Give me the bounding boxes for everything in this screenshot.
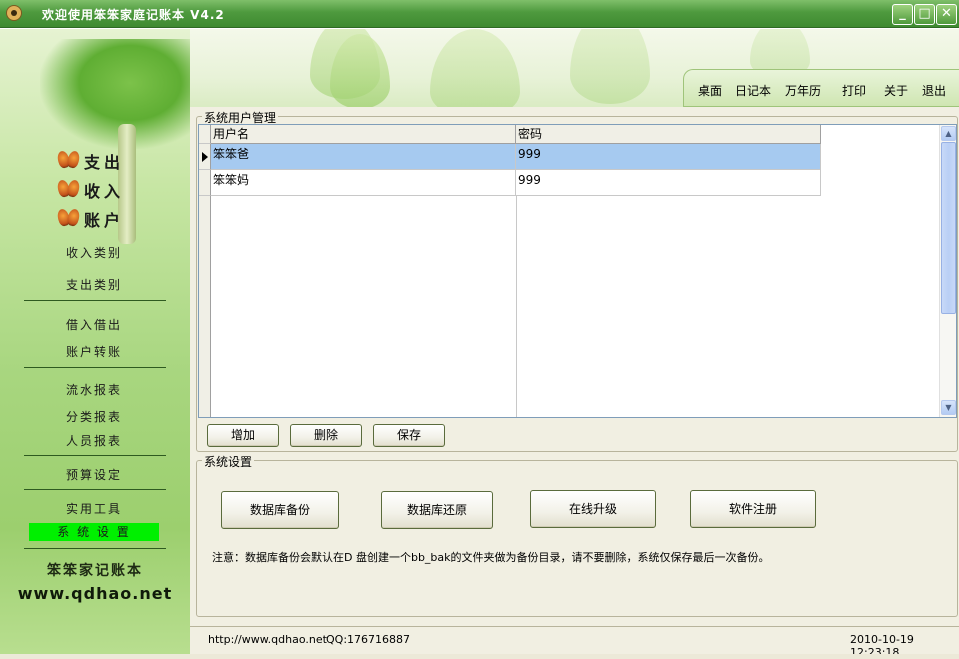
row-header[interactable] bbox=[199, 144, 211, 170]
window-title: 欢迎使用笨笨家庭记账本 V4.2 bbox=[42, 8, 225, 22]
system-settings-group: 系统设置 bbox=[196, 453, 958, 617]
window-bottom-border bbox=[0, 654, 959, 659]
table-cell-username[interactable]: 笨笨爸 bbox=[211, 144, 516, 170]
nav-income-label: 收入 bbox=[84, 182, 125, 201]
column-header-password[interactable]: 密码 bbox=[516, 125, 821, 144]
system-settings-title: 系统设置 bbox=[202, 453, 255, 470]
column-gridline bbox=[516, 196, 517, 417]
nav-account-label: 账户 bbox=[84, 211, 125, 230]
save-button[interactable]: 保存 bbox=[373, 424, 445, 447]
title-bar: 欢迎使用笨笨家庭记账本 V4.2 _ □ ✕ bbox=[0, 0, 959, 28]
app-icon bbox=[6, 5, 22, 21]
scroll-up-icon[interactable]: ▲ bbox=[941, 126, 956, 141]
status-qq: QQ:176716887 bbox=[326, 633, 411, 646]
column-header-username[interactable]: 用户名 bbox=[211, 125, 516, 144]
sidebar-item-tools[interactable]: 实用工具 bbox=[29, 500, 159, 518]
leaf-decoration bbox=[570, 29, 650, 104]
sidebar-item-borrow-lend[interactable]: 借入借出 bbox=[29, 316, 159, 334]
backup-note: 注意：数据库备份会默认在D 盘创建一个bb_bak的文件夹做为备份目录，请不要删… bbox=[212, 551, 770, 564]
grid-corner bbox=[199, 125, 211, 144]
brand-url: www.qdhao.net bbox=[17, 584, 173, 603]
palm-tree-decoration bbox=[40, 39, 190, 149]
nav-income[interactable]: 收入 bbox=[58, 178, 158, 202]
close-button[interactable]: ✕ bbox=[936, 4, 957, 25]
table-cell-password[interactable]: 999 bbox=[516, 144, 821, 170]
menu-about[interactable]: 关于 bbox=[884, 82, 908, 99]
sidebar-item-system-settings[interactable]: 系 统 设 置 bbox=[29, 523, 159, 541]
menu-exit[interactable]: 退出 bbox=[922, 82, 946, 99]
sidebar-item-expense-category[interactable]: 支出类别 bbox=[29, 276, 159, 294]
status-bar: http://www.qdhao.net QQ:176716887 2010-1… bbox=[190, 626, 959, 659]
sidebar-divider bbox=[24, 548, 166, 549]
menu-desktop[interactable]: 桌面 bbox=[698, 82, 722, 99]
menu-calendar[interactable]: 万年历 bbox=[785, 82, 821, 99]
sidebar-divider bbox=[24, 455, 166, 456]
sidebar-item-income-category[interactable]: 收入类别 bbox=[29, 244, 159, 262]
sidebar-divider bbox=[24, 489, 166, 490]
user-grid[interactable]: 用户名 密码 笨笨爸 999 笨笨妈 999 ▲ ▼ bbox=[198, 124, 957, 418]
sidebar-item-budget[interactable]: 预算设定 bbox=[29, 466, 159, 484]
database-backup-button[interactable]: 数据库备份 bbox=[221, 491, 339, 529]
sidebar-item-account-transfer[interactable]: 账户转账 bbox=[29, 343, 159, 361]
nav-account[interactable]: 账户 bbox=[58, 207, 158, 231]
scroll-thumb[interactable] bbox=[941, 142, 956, 314]
database-restore-button[interactable]: 数据库还原 bbox=[381, 491, 493, 529]
vertical-scrollbar[interactable]: ▲ ▼ bbox=[939, 125, 956, 417]
current-row-marker-icon bbox=[202, 152, 208, 162]
sidebar-item-flow-report[interactable]: 流水报表 bbox=[29, 381, 159, 399]
row-header-empty bbox=[199, 196, 211, 417]
sidebar-item-person-report[interactable]: 人员报表 bbox=[29, 432, 159, 450]
sidebar-divider bbox=[24, 300, 166, 301]
sidebar: 支出 收入 账户 收入类别 支出类别 借入借出 账户转账 流水报表 分类报表 人… bbox=[0, 29, 190, 654]
scroll-down-icon[interactable]: ▼ bbox=[941, 400, 956, 415]
table-cell-username[interactable]: 笨笨妈 bbox=[211, 170, 516, 196]
butterfly-icon bbox=[58, 151, 80, 169]
nav-expense-label: 支出 bbox=[84, 153, 125, 172]
sidebar-divider bbox=[24, 367, 166, 368]
menu-print[interactable]: 打印 bbox=[842, 82, 866, 99]
software-register-button[interactable]: 软件注册 bbox=[690, 490, 816, 528]
leaf-decoration bbox=[430, 29, 520, 109]
butterfly-icon bbox=[58, 209, 80, 227]
add-button[interactable]: 增加 bbox=[207, 424, 279, 447]
status-url: http://www.qdhao.net bbox=[208, 633, 327, 646]
online-upgrade-button[interactable]: 在线升级 bbox=[530, 490, 656, 528]
minimize-button[interactable]: _ bbox=[892, 4, 913, 25]
menu-diary[interactable]: 日记本 bbox=[735, 82, 771, 99]
delete-button[interactable]: 删除 bbox=[290, 424, 362, 447]
row-header[interactable] bbox=[199, 170, 211, 196]
top-menu-bar: 桌面 日记本 万年历 打印 关于 退出 bbox=[683, 69, 959, 107]
brand-name: 笨笨家记账本 bbox=[47, 563, 143, 579]
nav-expense[interactable]: 支出 bbox=[58, 149, 158, 173]
maximize-button[interactable]: □ bbox=[914, 4, 935, 25]
butterfly-icon bbox=[58, 180, 80, 198]
table-cell-password[interactable]: 999 bbox=[516, 170, 821, 196]
sidebar-item-category-report[interactable]: 分类报表 bbox=[29, 408, 159, 426]
